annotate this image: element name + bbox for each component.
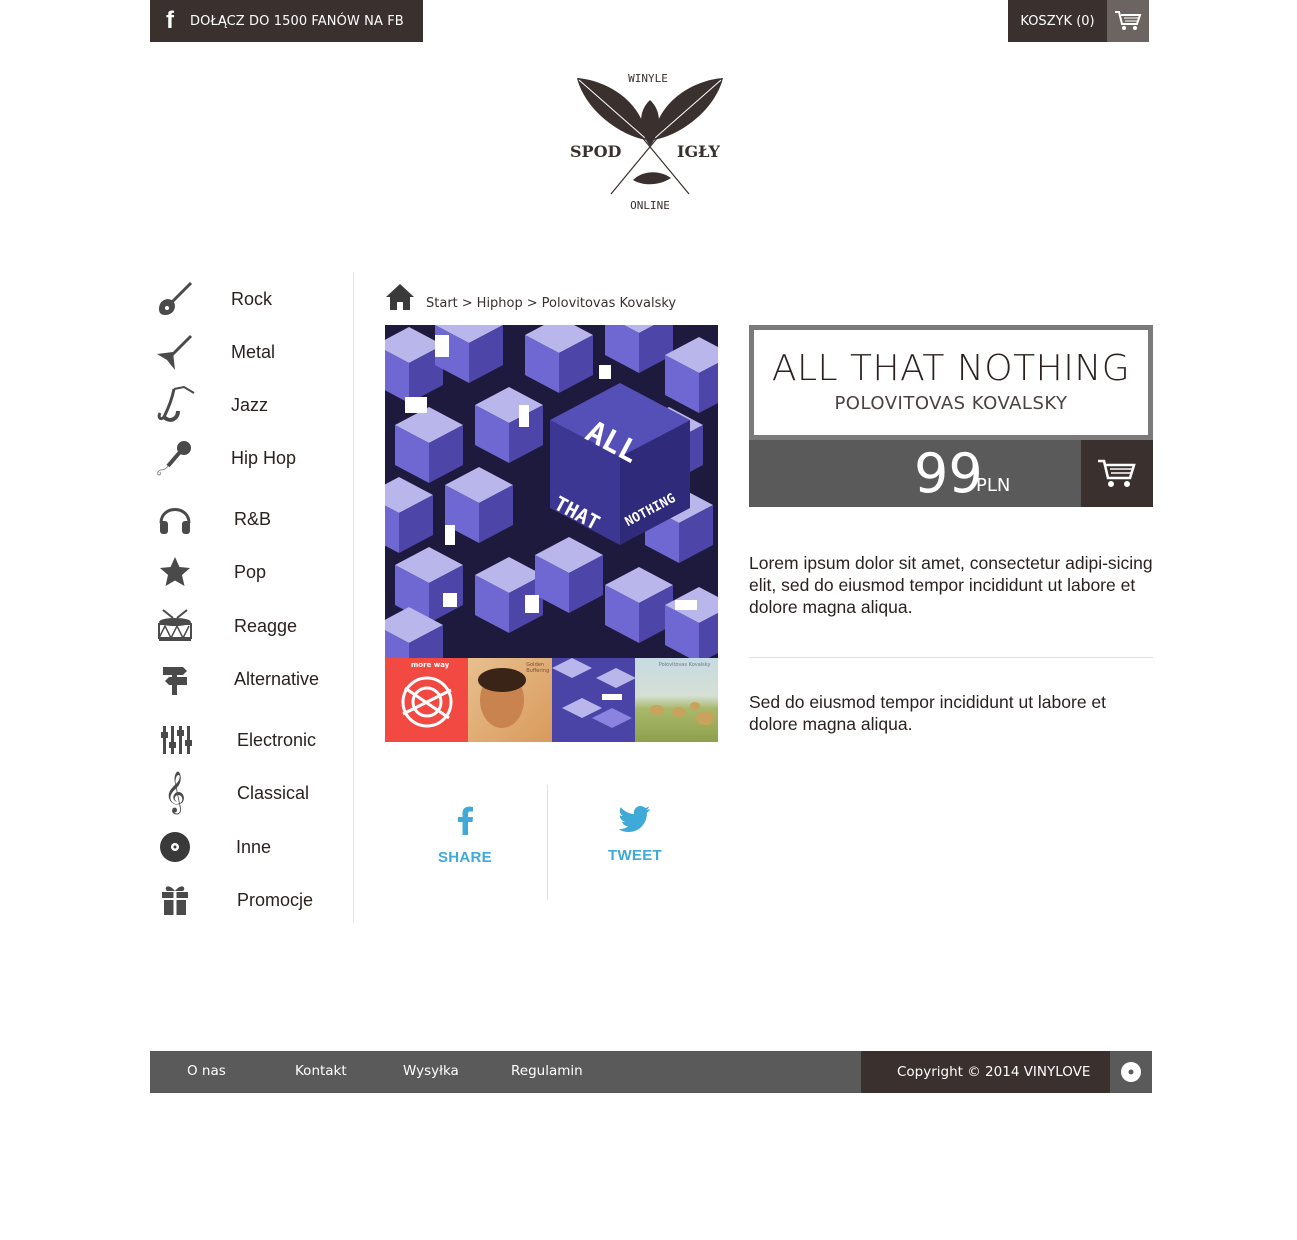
product-title: ALL THAT NOTHING bbox=[771, 348, 1131, 389]
site-logo[interactable]: WINYLE SPOD IGŁY ONLINE bbox=[565, 70, 735, 215]
sidebar-item-label: Promocje bbox=[237, 889, 314, 910]
breadcrumb-link-start[interactable]: Start bbox=[426, 296, 458, 311]
description-divider bbox=[749, 657, 1153, 658]
thumbnail-2[interactable]: Golden Buffering bbox=[468, 658, 552, 742]
sidebar-item-label: Reagge bbox=[234, 615, 298, 636]
sidebar-item-hiphop[interactable]: Hip Hop bbox=[150, 433, 296, 483]
sidebar-item-label: Inne bbox=[236, 836, 272, 857]
sidebar-item-inne[interactable]: Inne bbox=[150, 822, 271, 872]
electric-guitar-icon bbox=[150, 277, 200, 321]
sidebar-item-metal[interactable]: Metal bbox=[150, 327, 275, 377]
sidebar-item-label: Classical bbox=[237, 782, 310, 803]
cart-button[interactable]: KOSZYK (0) bbox=[1008, 0, 1149, 42]
album-thumbnails: more way Golden Buffering Polovitovas Ko… bbox=[385, 658, 718, 742]
footer-copyright: Copyright © 2014 VINYLOVE bbox=[861, 1051, 1110, 1093]
share-label: SHARE bbox=[437, 849, 492, 866]
footer-link-kontakt[interactable]: Kontakt bbox=[295, 1051, 347, 1093]
sidebar-item-label: Rock bbox=[231, 288, 273, 309]
tweet-label: TWEET bbox=[608, 847, 662, 864]
facebook-join-button[interactable]: f DOŁĄCZ DO 1500 FANÓW NA FB bbox=[150, 0, 423, 42]
sidebar-item-electronic[interactable]: Electronic bbox=[150, 715, 316, 765]
album-cover-image[interactable]: ALL THAT NOTHING bbox=[385, 325, 718, 658]
share-section: SHARE TWEET bbox=[385, 785, 718, 900]
product-description-2: Sed do eiusmod tempor incididunt ut labo… bbox=[749, 692, 1107, 734]
vinyl-disc-icon bbox=[150, 825, 200, 869]
sidebar-item-classical[interactable]: 𝄞 Classical bbox=[150, 768, 309, 818]
headphones-icon bbox=[150, 497, 200, 541]
breadcrumb-separator: > bbox=[461, 296, 473, 311]
vinyl-disc-icon bbox=[1110, 1051, 1152, 1093]
footer-link-regulamin[interactable]: Regulamin bbox=[511, 1051, 583, 1093]
breadcrumb: Start > Hiphop > Polovitovas Kovalsky bbox=[384, 282, 676, 312]
category-sidebar: Rock Metal Jazz Hip Hop R&B Pop Reagge A… bbox=[150, 272, 354, 922]
sidebar-item-label: Alternative bbox=[234, 668, 320, 689]
facebook-icon bbox=[458, 806, 473, 835]
sidebar-item-rock[interactable]: Rock bbox=[150, 274, 272, 324]
product-currency: PLN bbox=[976, 475, 1011, 496]
thumbnail-3[interactable] bbox=[551, 658, 635, 742]
sidebar-item-alternative[interactable]: Alternative bbox=[150, 654, 319, 704]
mixer-sliders-icon bbox=[150, 718, 200, 762]
sidebar-item-label: Jazz bbox=[231, 394, 269, 415]
cart-icon bbox=[1107, 0, 1149, 42]
signpost-icon bbox=[150, 657, 200, 701]
thumbnail-1[interactable]: more way bbox=[385, 658, 469, 742]
thumbnail-4[interactable]: Polovitovas Kovalsky bbox=[634, 658, 718, 742]
footer: O nas Kontakt Wysyłka Regulamin Copyrigh… bbox=[150, 1051, 1152, 1093]
saxophone-icon bbox=[150, 383, 200, 427]
sidebar-item-label: Hip Hop bbox=[231, 447, 297, 468]
microphone-icon bbox=[150, 436, 200, 480]
facebook-share-button[interactable]: SHARE bbox=[395, 805, 535, 866]
treble-clef-icon: 𝄞 bbox=[164, 772, 186, 813]
breadcrumb-current: Polovitovas Kovalsky bbox=[541, 296, 677, 311]
sidebar-item-label: Pop bbox=[234, 561, 267, 582]
logo-text-left: SPOD bbox=[570, 142, 622, 161]
twitter-bird-icon bbox=[618, 806, 650, 832]
thumbnail-2-text: Golden Buffering bbox=[526, 662, 550, 674]
breadcrumb-separator: > bbox=[526, 296, 538, 311]
footer-link-o-nas[interactable]: O nas bbox=[187, 1051, 226, 1093]
product-price: 99 bbox=[914, 442, 983, 505]
twitter-share-button[interactable]: TWEET bbox=[565, 805, 705, 864]
logo-text-top: WINYLE bbox=[628, 72, 668, 85]
cart-icon bbox=[1098, 459, 1136, 487]
sidebar-item-jazz[interactable]: Jazz bbox=[150, 380, 268, 430]
sidebar-item-label: R&B bbox=[234, 508, 272, 529]
share-divider bbox=[547, 785, 548, 900]
sidebar-item-reagge[interactable]: Reagge bbox=[150, 601, 297, 651]
sidebar-item-promocje[interactable]: Promocje bbox=[150, 875, 313, 925]
product-artist: POLOVITOVAS KOVALSKY bbox=[834, 393, 1068, 414]
price-bar: 99 PLN bbox=[749, 440, 1153, 507]
logo-text-right: IGŁY bbox=[677, 142, 720, 161]
breadcrumb-link-hiphop[interactable]: Hiphop bbox=[477, 296, 523, 311]
cart-label: KOSZYK (0) bbox=[1008, 0, 1107, 42]
thumbnail-1-text: more way bbox=[411, 661, 450, 669]
footer-link-wysylka[interactable]: Wysyłka bbox=[403, 1051, 459, 1093]
sidebar-item-label: Metal bbox=[231, 341, 276, 362]
sidebar-item-rnb[interactable]: R&B bbox=[150, 494, 271, 544]
add-to-cart-button[interactable] bbox=[1081, 440, 1153, 507]
flying-v-guitar-icon bbox=[150, 330, 200, 374]
gift-icon bbox=[150, 878, 200, 922]
star-icon bbox=[150, 550, 200, 594]
logo-text-bottom: ONLINE bbox=[630, 199, 670, 212]
product-title-box: ALL THAT NOTHING POLOVITOVAS KOVALSKY bbox=[749, 325, 1153, 440]
product-description-1: Lorem ipsum dolor sit amet, consectetur … bbox=[749, 553, 1153, 617]
sidebar-item-pop[interactable]: Pop bbox=[150, 547, 266, 597]
home-icon[interactable] bbox=[384, 282, 416, 312]
thumbnail-4-text: Polovitovas Kovalsky bbox=[658, 662, 711, 668]
facebook-join-label: DOŁĄCZ DO 1500 FANÓW NA FB bbox=[190, 13, 404, 29]
facebook-icon: f bbox=[166, 7, 174, 34]
breadcrumb-trail: Start > Hiphop > Polovitovas Kovalsky bbox=[426, 296, 676, 312]
sidebar-item-label: Electronic bbox=[237, 729, 317, 750]
drum-icon bbox=[150, 604, 200, 648]
